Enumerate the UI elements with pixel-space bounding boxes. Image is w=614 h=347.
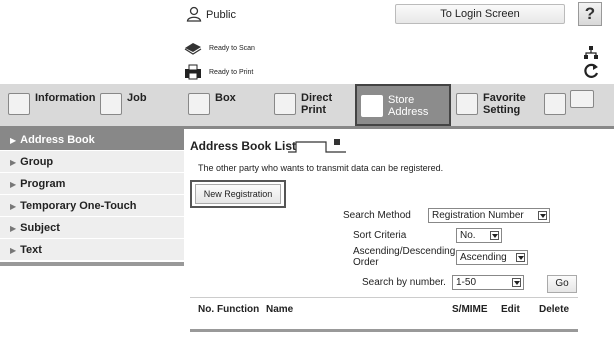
column-header-edit: Edit (501, 304, 520, 315)
arrow-icon: ▶ (10, 246, 17, 255)
tab-direct-print[interactable]: Direct Print (270, 84, 354, 126)
column-header-no: No. (198, 304, 215, 315)
favorite-setting-icon (456, 93, 478, 115)
column-header-function: Function (217, 304, 260, 315)
scanner-icon (184, 43, 202, 55)
job-icon (100, 93, 122, 115)
store-address-icon (361, 95, 383, 117)
order-label: Ascending/Descending Order (353, 246, 456, 268)
chevron-down-icon (490, 231, 499, 240)
sort-criteria-select[interactable]: No. (456, 228, 502, 243)
printer-icon (185, 64, 201, 80)
direct-print-icon (274, 93, 296, 115)
box-icon (188, 93, 210, 115)
arrow-icon: ▶ (10, 158, 17, 167)
column-header-delete: Delete (539, 304, 570, 315)
order-select[interactable]: Ascending (456, 250, 528, 265)
arrow-icon: ▶ (10, 224, 17, 233)
print-status: Ready to Print (209, 69, 254, 76)
arrow-icon: ▶ (10, 136, 17, 145)
sidebar: ▶ Address Book ▶ Group ▶ Program ▶ Temporary… (0, 129, 184, 261)
page-title: Address Book List (190, 139, 297, 153)
network-icon (584, 46, 598, 59)
column-header-name: Name (266, 304, 294, 315)
column-header-smime: S/MIME (452, 304, 488, 315)
table-top-border (190, 297, 578, 298)
sidebar-divider (0, 262, 184, 266)
tab-job[interactable]: Job (96, 84, 182, 126)
sidebar-item-subject[interactable]: ▶ Subject (0, 217, 184, 239)
search-by-number-label: Search by number. (362, 277, 446, 288)
search-by-number-select[interactable]: 1-50 (452, 275, 524, 290)
address-book-title-icon (288, 139, 346, 153)
scan-status: Ready to Scan (209, 45, 255, 52)
sidebar-item-program[interactable]: ▶ Program (0, 173, 184, 195)
to-login-screen-button[interactable]: To Login Screen (395, 4, 565, 24)
table-bottom-border (190, 329, 578, 332)
tab-settings-extra[interactable] (540, 84, 610, 126)
user-label: Public (206, 9, 236, 21)
refresh-icon[interactable] (582, 62, 600, 80)
sidebar-item-text[interactable]: ▶ Text (0, 239, 184, 261)
arrow-icon: ▶ (10, 202, 17, 211)
description-text: The other party who wants to transmit da… (198, 163, 444, 173)
tab-store-address[interactable]: Store Address (355, 84, 451, 126)
sidebar-item-group[interactable]: ▶ Group (0, 151, 184, 173)
search-method-label: Search Method (343, 210, 411, 221)
tab-information[interactable]: Information (4, 84, 96, 126)
sidebar-item-address-book[interactable]: ▶ Address Book (0, 129, 184, 151)
chevron-down-icon (512, 278, 521, 287)
tab-box[interactable]: Box (184, 84, 270, 126)
chevron-down-icon (538, 211, 547, 220)
display-icon (570, 90, 594, 108)
sort-criteria-label: Sort Criteria (353, 230, 407, 241)
go-button[interactable]: Go (547, 275, 577, 293)
sidebar-item-temporary-one-touch[interactable]: ▶ Temporary One-Touch (0, 195, 184, 217)
user-icon (186, 6, 202, 22)
settings-gear-icon (544, 93, 566, 115)
help-button[interactable]: ? (578, 2, 602, 26)
tab-favorite-setting[interactable]: Favorite Setting (452, 84, 536, 126)
arrow-icon: ▶ (10, 180, 17, 189)
chevron-down-icon (516, 253, 525, 262)
new-registration-button[interactable]: New Registration (195, 184, 281, 204)
information-icon (8, 93, 30, 115)
function-tab-bar: Information Job Box Direct Print Store A… (0, 84, 614, 126)
search-method-select[interactable]: Registration Number (428, 208, 550, 223)
